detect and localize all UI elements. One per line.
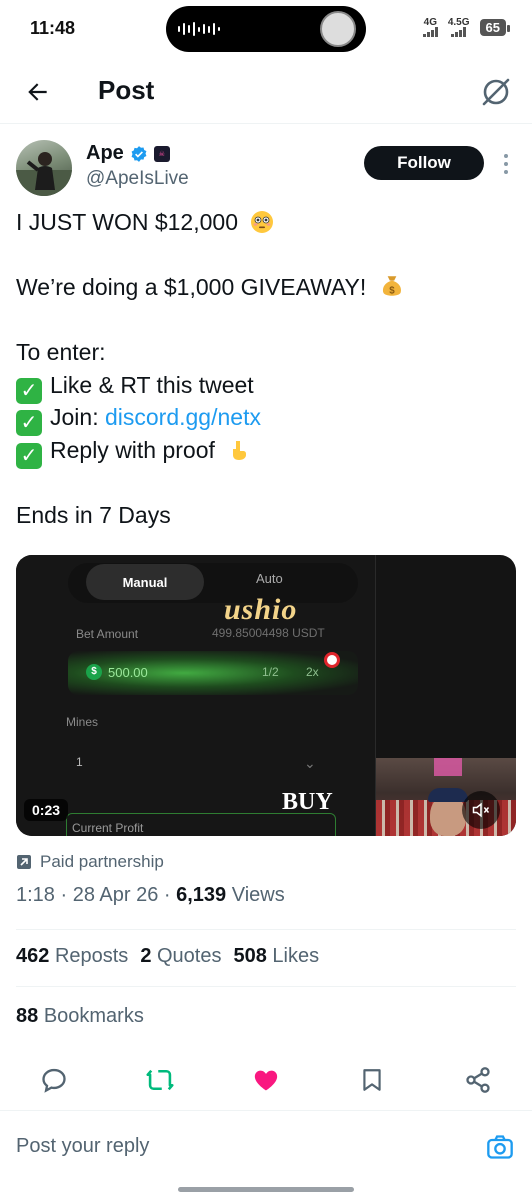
status-icons: 4G 4.5G 65 [422,18,511,37]
signal-icon: 4G [422,18,438,37]
engagement-stats: 462 Reposts 2 Quotes 508 Likes [16,945,319,968]
discord-link[interactable]: discord.gg/netx [105,404,261,430]
tweet-line: I JUST WON $12,000 [16,206,516,239]
author-name[interactable]: Ape [86,142,124,165]
status-bar: 11:48 4G 4.5G 65 [0,0,532,60]
reposts-stat[interactable]: 462 Reposts [16,945,128,968]
audio-wave-icon [178,22,220,36]
battery-indicator: 65 [479,19,511,36]
pointing-down-emoji-icon [233,440,247,460]
top-app-bar: Post [0,60,532,124]
reply-icon [42,1068,66,1093]
tweet-line: We’re doing a $1,000 GIVEAWAY! $ [16,271,516,304]
repost-icon [146,1069,174,1091]
views-count: 6,139 [176,884,227,906]
repost-button[interactable] [144,1064,176,1096]
buy-overlay: BUY [282,789,333,815]
reply-composer[interactable]: Post your reply [0,1110,532,1176]
bet-amount-label: Bet Amount [76,627,139,641]
tweet-bullet: ✓ Reply with proof [16,434,516,469]
usdt-coin-icon: $ [86,664,102,680]
action-bar [0,1058,532,1102]
now-playing-thumbnail [320,11,356,47]
more-dots-icon [504,154,508,158]
paid-partnership-icon [17,855,31,869]
grok-button[interactable] [476,72,516,112]
video-duration: 0:23 [24,799,69,821]
bet-balance: 499.85004498 USDT [212,626,325,640]
signal-icon: 4.5G [448,18,470,37]
divider [16,929,516,930]
bookmarks-stat[interactable]: 88 Bookmarks [16,1005,144,1028]
home-indicator[interactable] [178,1187,354,1192]
tab-auto: Auto [256,571,283,586]
chevron-down-icon: ⌄ [304,755,316,771]
dynamic-island [166,6,366,52]
mute-button[interactable] [462,791,500,829]
heart-icon [254,1070,278,1091]
prohibited-icon [324,652,340,668]
half-bet: 1/2 [262,665,279,679]
timestamp-views: 1:18 · 28 Apr 26 · 6,139 Views [16,884,285,906]
double-bet: 2x [306,665,319,679]
affiliate-badge-icon[interactable]: ☠ [153,145,170,162]
camera-icon [487,1135,513,1159]
money-bag-emoji-icon: $ [382,276,401,297]
back-button[interactable] [18,72,58,112]
mines-value: 1 [76,755,83,769]
tweet-text: I JUST WON $12,000 We’re doing a $1,000 … [16,206,516,531]
camera-button[interactable] [484,1131,516,1163]
page-title: Post [98,75,155,105]
video-media[interactable]: Manual Auto Bet Amount 499.85004498 USDT… [16,555,516,836]
reply-input[interactable]: Post your reply [16,1135,149,1158]
reply-button[interactable] [38,1064,70,1096]
likes-stat[interactable]: 508 Likes [233,945,319,968]
share-button[interactable] [462,1064,494,1096]
avatar-photo [16,152,72,196]
follow-button[interactable]: Follow [364,146,484,180]
tweet-bullet: ✓ Like & RT this tweet [16,369,516,404]
svg-text:$: $ [389,286,395,297]
author-name-row: Ape ☠ [86,142,170,165]
verified-badge-icon [131,145,147,162]
tweet-line: To enter: [16,339,106,365]
bookmark-button[interactable] [356,1064,388,1096]
share-icon [466,1067,490,1093]
check-mark-icon: ✓ [16,442,42,469]
tab-manual: Manual [86,564,204,600]
grok-icon [482,78,510,106]
more-options-button[interactable] [496,150,516,178]
tweet-line: Ends in 7 Days [16,501,171,528]
speaker-muted-icon [472,802,490,818]
flushed-face-emoji-icon [251,211,274,233]
divider [16,986,516,987]
quotes-stat[interactable]: 2 Quotes [140,945,221,968]
mines-label: Mines [66,715,99,729]
current-profit-label: Current Profit [72,821,144,835]
bet-amount-value: 500.00 [108,665,148,680]
tweet-bullet: ✓ Join: discord.gg/netx [16,401,516,436]
author-handle[interactable]: @ApeIsLive [86,168,189,190]
brand-overlay: ushio [224,593,298,626]
check-mark-icon: ✓ [16,377,42,404]
bookmark-icon [363,1069,381,1091]
paid-partnership[interactable]: Paid partnership [16,852,164,872]
avatar[interactable] [16,140,72,196]
check-mark-icon: ✓ [16,410,42,436]
arrow-left-icon [28,83,47,101]
like-button[interactable] [250,1064,282,1096]
status-time: 11:48 [30,18,76,38]
